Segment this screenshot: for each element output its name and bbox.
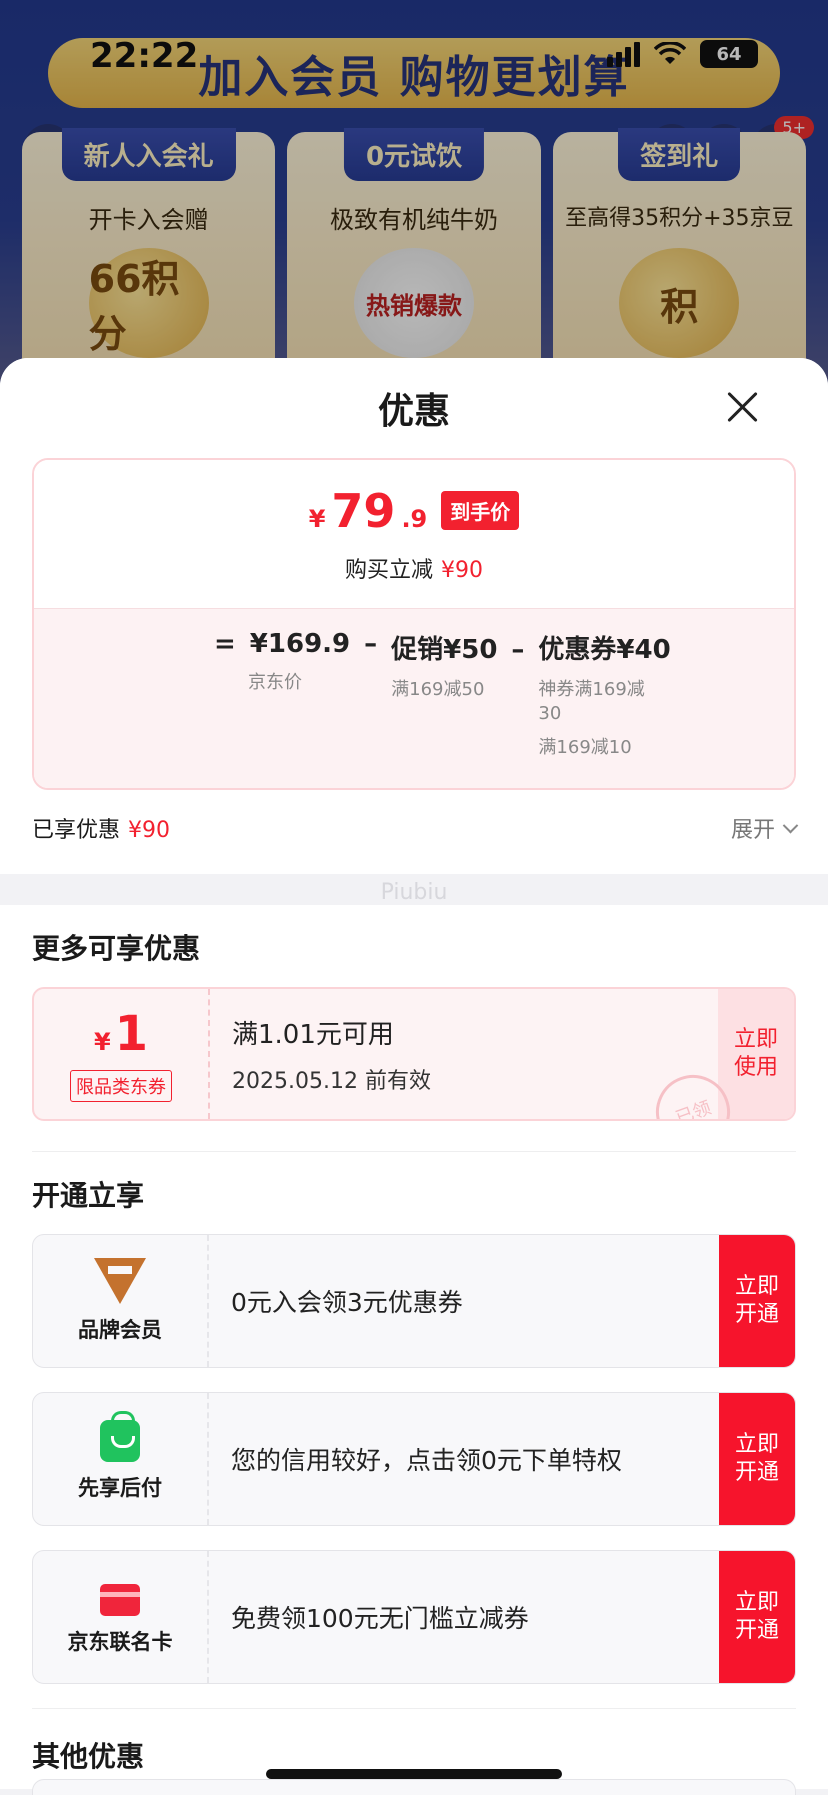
coupon-type-badge: 限品类东券 (70, 1070, 172, 1102)
close-icon[interactable] (726, 390, 760, 424)
coupon-card: ¥ 1 限品类东券 满1.01元可用 2025.05.12 前有效 已领 立即使… (32, 987, 796, 1121)
open-card-name: 京东联名卡 (67, 1630, 173, 1654)
more-discounts-section: 更多可享优惠 ¥ 1 限品类东券 满1.01元可用 2025.05.12 前有效… (0, 905, 828, 1789)
chevron-down-icon (782, 817, 799, 833)
more-discounts-title: 更多可享优惠 (32, 932, 201, 965)
instant-label: 购买立减 (344, 558, 433, 583)
minus-sign: – (364, 629, 378, 659)
coupon-condition-1: 神券满169减30 (538, 679, 645, 724)
open-now-button[interactable]: 立即 开通 (719, 1393, 795, 1525)
section-divider (32, 1708, 796, 1709)
next-card-peek (32, 1779, 796, 1795)
instant-value: ¥90 (441, 558, 483, 583)
final-price-tag: 到手价 (441, 491, 520, 530)
price-decimal: .9 (401, 505, 428, 533)
open-card-co-brand-card: 京东联名卡 免费领100元无门槛立减券 立即 开通 (32, 1550, 796, 1684)
coupon-condition-2: 满169减10 (538, 737, 632, 758)
jd-price-label: 京东价 (248, 672, 302, 693)
home-indicator[interactable] (266, 1769, 562, 1779)
discount-sheet: 优惠 ¥ 79 .9 到手价 购买立减 ¥90 = ¥169.9– 京东价 促销… (0, 358, 828, 1795)
expand-label: 展开 (730, 818, 775, 843)
overlay-scrim[interactable] (0, 0, 828, 400)
calc-jd-price: = ¥169.9– 京东价 (214, 629, 377, 760)
final-price-area: ¥ 79 .9 到手价 购买立减 ¥90 (34, 460, 794, 608)
jd-price-value: ¥169.9 (249, 629, 351, 659)
instant-discount: 购买立减 ¥90 (345, 552, 483, 584)
calc-coupon: 优惠券¥40 神券满169减30 满169减10 (538, 629, 670, 760)
open-card-brand-member: 品牌会员 0元入会领3元优惠券 立即 开通 (32, 1234, 796, 1368)
background-page: 加入会员 购物更划算 22:22 64 ‹ ☆ ↗ ··· 5+ 新人入会礼 开… (0, 0, 828, 400)
shopping-bag-icon (100, 1411, 140, 1462)
open-card-pay-later: 先享后付 您的信用较好，点击领0元下单特权 立即 开通 (32, 1392, 796, 1526)
open-now-button[interactable]: 立即 开通 (719, 1235, 795, 1367)
sheet-header: 优惠 (32, 358, 796, 458)
coupon-currency: ¥ (93, 1028, 111, 1056)
credit-card-icon (100, 1584, 140, 1616)
open-card-desc: 免费领100元无门槛立减券 (231, 1604, 529, 1633)
final-price: ¥ 79 .9 到手价 (309, 484, 520, 538)
open-card-icon-area: 品牌会员 (33, 1235, 209, 1367)
currency-symbol: ¥ (308, 505, 326, 533)
price-calculation: = ¥169.9– 京东价 促销¥50– 满169减50 优惠券¥40 神券满16… (34, 608, 794, 788)
coupon-condition: 满1.01元可用 (232, 1019, 394, 1050)
equals-sign: = (214, 629, 236, 659)
coupon-info: 满1.01元可用 2025.05.12 前有效 (210, 989, 718, 1119)
open-now-button[interactable]: 立即 开通 (719, 1551, 795, 1683)
brand-member-icon (94, 1258, 146, 1304)
sheet-title: 优惠 (377, 391, 450, 432)
coupon-number: 1 (114, 1006, 149, 1062)
price-breakdown-box: ¥ 79 .9 到手价 购买立减 ¥90 = ¥169.9– 京东价 促销¥50– … (32, 458, 796, 790)
coupon-validity: 2025.05.12 前有效 (232, 1068, 431, 1094)
enjoyed-discount-row: 已享优惠 ¥90 展开 (32, 812, 799, 844)
open-card-icon-area: 京东联名卡 (33, 1551, 209, 1683)
enjoyed-label: 已享优惠 (32, 818, 121, 843)
open-card-name: 先享后付 (78, 1476, 162, 1500)
promo-condition: 满169减50 (391, 679, 485, 700)
enjoyed-value: ¥90 (128, 818, 171, 843)
open-benefits-title: 开通立享 (32, 1179, 145, 1212)
enjoyed-discount: 已享优惠 ¥90 (32, 812, 170, 844)
use-now-button[interactable]: 立即 使用 (718, 989, 794, 1119)
watermark: Piubiu (380, 880, 448, 905)
coupon-value: 优惠券¥40 (538, 635, 671, 665)
expand-button[interactable]: 展开 (730, 812, 799, 844)
promo-value: 促销¥50 (391, 635, 498, 665)
price-summary: 优惠 ¥ 79 .9 到手价 购买立减 ¥90 = ¥169.9– 京东价 促销… (0, 358, 828, 874)
open-card-desc: 0元入会领3元优惠券 (231, 1288, 463, 1317)
section-divider (32, 1151, 796, 1152)
calc-promo: 促销¥50– 满169减50 (391, 629, 524, 760)
price-integer: 79 (331, 484, 396, 538)
open-card-icon-area: 先享后付 (33, 1393, 209, 1525)
open-card-desc: 您的信用较好，点击领0元下单特权 (231, 1446, 622, 1475)
minus-sign: – (511, 635, 525, 665)
open-card-name: 品牌会员 (78, 1318, 162, 1342)
coupon-amount: ¥ 1 (94, 1006, 148, 1062)
coupon-value-area: ¥ 1 限品类东券 (34, 989, 210, 1119)
